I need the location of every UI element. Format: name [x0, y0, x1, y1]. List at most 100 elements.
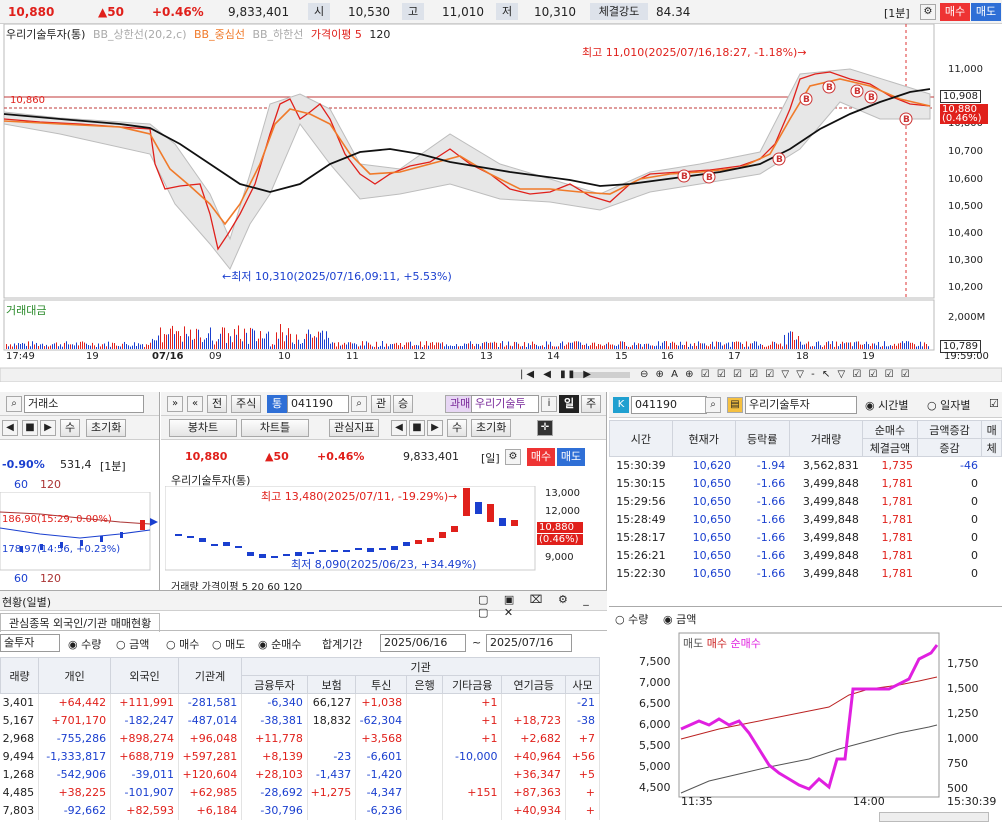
sell-button[interactable]: 매도 [557, 448, 585, 466]
daily-candle [283, 554, 290, 556]
qty-radio[interactable]: ◉ 수량 [68, 636, 101, 652]
main-chart[interactable]: B B B B B B B B 우리기술투자(통) BB_상한선(20,2,c)… [0, 24, 1002, 382]
search-icon[interactable]: ⌕ [6, 396, 22, 412]
svg-text:B: B [903, 115, 910, 125]
volume-bar [824, 345, 825, 349]
volume-bar [62, 346, 63, 349]
info-icon[interactable]: i [541, 396, 557, 412]
chart-scrollbar[interactable] [879, 812, 989, 822]
gear-icon[interactable]: ⚙ [920, 4, 936, 20]
amount-radio[interactable]: ◉ 금액 [663, 611, 696, 627]
related-button[interactable]: 관 [371, 395, 392, 413]
search-icon[interactable]: ⌕ [705, 397, 721, 413]
volume-bar [362, 341, 363, 349]
stop-icon[interactable]: ■ [409, 420, 425, 436]
time-radio[interactable]: ◉ 시간별 [865, 397, 908, 413]
su-button[interactable]: 수 [60, 419, 81, 437]
volume-bar [334, 342, 335, 349]
table-cell: -39,011 [110, 765, 179, 784]
tab-indicators[interactable]: 관심지표 [329, 419, 380, 437]
su-button[interactable]: 수 [447, 419, 468, 437]
chart-zoom-controls[interactable]: ⊖ ⊕ A ⊕ ☑ ☑ ☑ ☑ ☑ ▽ ▽ - ↖ ▽ ☑ ☑ ☑ ☑ [640, 369, 912, 380]
table-row[interactable]: 15:28:49 10,650 -1.66 3,499,848 1,781 0 [610, 511, 1002, 529]
tab-candle-chart[interactable]: 봉차트 [169, 419, 237, 437]
table-row[interactable]: 15:26:21 10,650 -1.66 3,499,848 1,781 0 [610, 547, 1002, 565]
table-cell: -1.66 [756, 513, 786, 526]
buy-radio[interactable]: ○ 매수 [166, 636, 199, 652]
crosshair-icon[interactable]: ✛ [537, 420, 553, 436]
sell-button[interactable]: 매도 [971, 3, 1001, 21]
volume-bar [502, 341, 503, 349]
tab-interest[interactable]: 관심종목 외국인/기관 매매현황 [0, 613, 161, 632]
sell-radio[interactable]: ○ 매도 [212, 636, 245, 652]
reset-button[interactable]: 초기화 [471, 419, 512, 437]
next-button[interactable]: ▶ [40, 420, 56, 436]
code-input[interactable]: 041190 [631, 396, 707, 414]
folder-icon[interactable]: ▤ [727, 397, 743, 413]
table-cell: 2,968 [0, 729, 40, 748]
table-row[interactable]: 15:28:17 10,650 -1.66 3,499,848 1,781 0 [610, 529, 1002, 547]
amount-radio[interactable]: ○ 금액 [116, 636, 149, 652]
buy-button[interactable]: 매수 [527, 448, 555, 466]
col-header[interactable]: 금액증감 [916, 420, 983, 439]
volume-bar [80, 341, 81, 349]
table-row[interactable]: 15:22:30 10,650 -1.66 3,499,848 1,781 0 [610, 565, 1002, 583]
table-row[interactable]: 1,268 -542,906 -39,011 +120,604 +28,103 -1,43… [0, 765, 600, 784]
date-to-input[interactable]: 2025/07/16 [486, 634, 572, 652]
prev-button[interactable]: ◀ [2, 420, 18, 436]
net-radio[interactable]: ◉ 순매수 [258, 636, 301, 652]
date-from-input[interactable]: 2025/06/16 [380, 634, 466, 652]
chart-scroll-controls[interactable]: |◀ ◀ ▮▮ ▶ [520, 369, 594, 380]
exchange-select[interactable]: 거래소 [24, 395, 144, 413]
table-cell: +1 [442, 711, 503, 730]
daily-toggle[interactable]: 일 [559, 395, 579, 413]
table-row[interactable]: 7,803 -92,662 +82,593 +6,184 -30,796 -6,236 +4… [0, 801, 600, 820]
volume-bar [928, 346, 929, 349]
table-cell: +28,103 [241, 765, 308, 784]
table-row[interactable]: 15:30:39 10,620 -1.94 3,562,831 1,735 -46 [610, 457, 1002, 475]
volume-bar [836, 341, 837, 349]
table-row[interactable]: 5,167 +701,170 -182,247 -487,014 -38,381 18,8… [0, 711, 600, 730]
table-cell: -182,247 [110, 711, 179, 730]
tab-stock[interactable]: 주식 [231, 395, 262, 413]
code-input[interactable]: 041190 [287, 395, 349, 413]
table-cell: 15:30:15 [616, 477, 666, 490]
col-header: 순매수 [862, 420, 918, 439]
date-radio[interactable]: ○ 일자별 [927, 397, 970, 413]
qty-radio[interactable]: ○ 수량 [615, 611, 648, 627]
table-row[interactable]: 4,485 +38,225 -101,907 +62,985 -28,692 +1,275… [0, 783, 600, 802]
next-button[interactable]: ▶ [427, 420, 443, 436]
volume-bar [280, 324, 281, 349]
table-row[interactable]: 9,494 -1,333,817 +688,719 +597,281 +8,139 -23… [0, 747, 600, 766]
volume-bar [534, 343, 535, 349]
table-row[interactable]: 15:30:15 10,650 -1.66 3,499,848 1,781 0 [610, 475, 1002, 493]
table-cell: +2,682 [501, 729, 567, 748]
table-row[interactable]: 3,401 +64,442 +111,991 -281,581 -6,340 66,127… [0, 693, 600, 712]
interval-label[interactable]: [1분] [884, 5, 910, 21]
buy-button[interactable]: 매수 [940, 3, 970, 21]
prev-button[interactable]: ◀ [391, 420, 407, 436]
volume-bar [692, 346, 693, 349]
volume-bar [890, 345, 891, 349]
volume-bar [530, 345, 531, 349]
tab-chart-frame[interactable]: 차트틀 [241, 419, 309, 437]
tab-all[interactable]: 전 [207, 395, 228, 413]
stop-icon[interactable]: ■ [22, 420, 38, 436]
checkbox[interactable]: ☑ [989, 397, 999, 410]
table-cell: +1 [442, 693, 503, 712]
volume-bar [660, 345, 661, 349]
table-row[interactable]: 15:29:56 10,650 -1.66 3,499,848 1,781 0 [610, 493, 1002, 511]
expand-icon[interactable]: » [167, 396, 183, 412]
volume-bar [406, 342, 407, 349]
table-row[interactable]: 2,968 -755,286 +898,274 +96,048 +11,778 +3,56… [0, 729, 600, 748]
seung-button[interactable]: 승 [393, 395, 414, 413]
volume-bar [706, 345, 707, 349]
weekly-toggle[interactable]: 주 [581, 395, 602, 413]
reset-button[interactable]: 초기화 [86, 419, 127, 437]
collapse-icon[interactable]: « [187, 396, 203, 412]
volume-bar [398, 345, 399, 349]
search-icon[interactable]: ⌕ [351, 396, 367, 412]
volume-bar [374, 346, 375, 349]
col-header: 보험 [306, 675, 357, 694]
gear-icon[interactable]: ⚙ [505, 449, 521, 465]
